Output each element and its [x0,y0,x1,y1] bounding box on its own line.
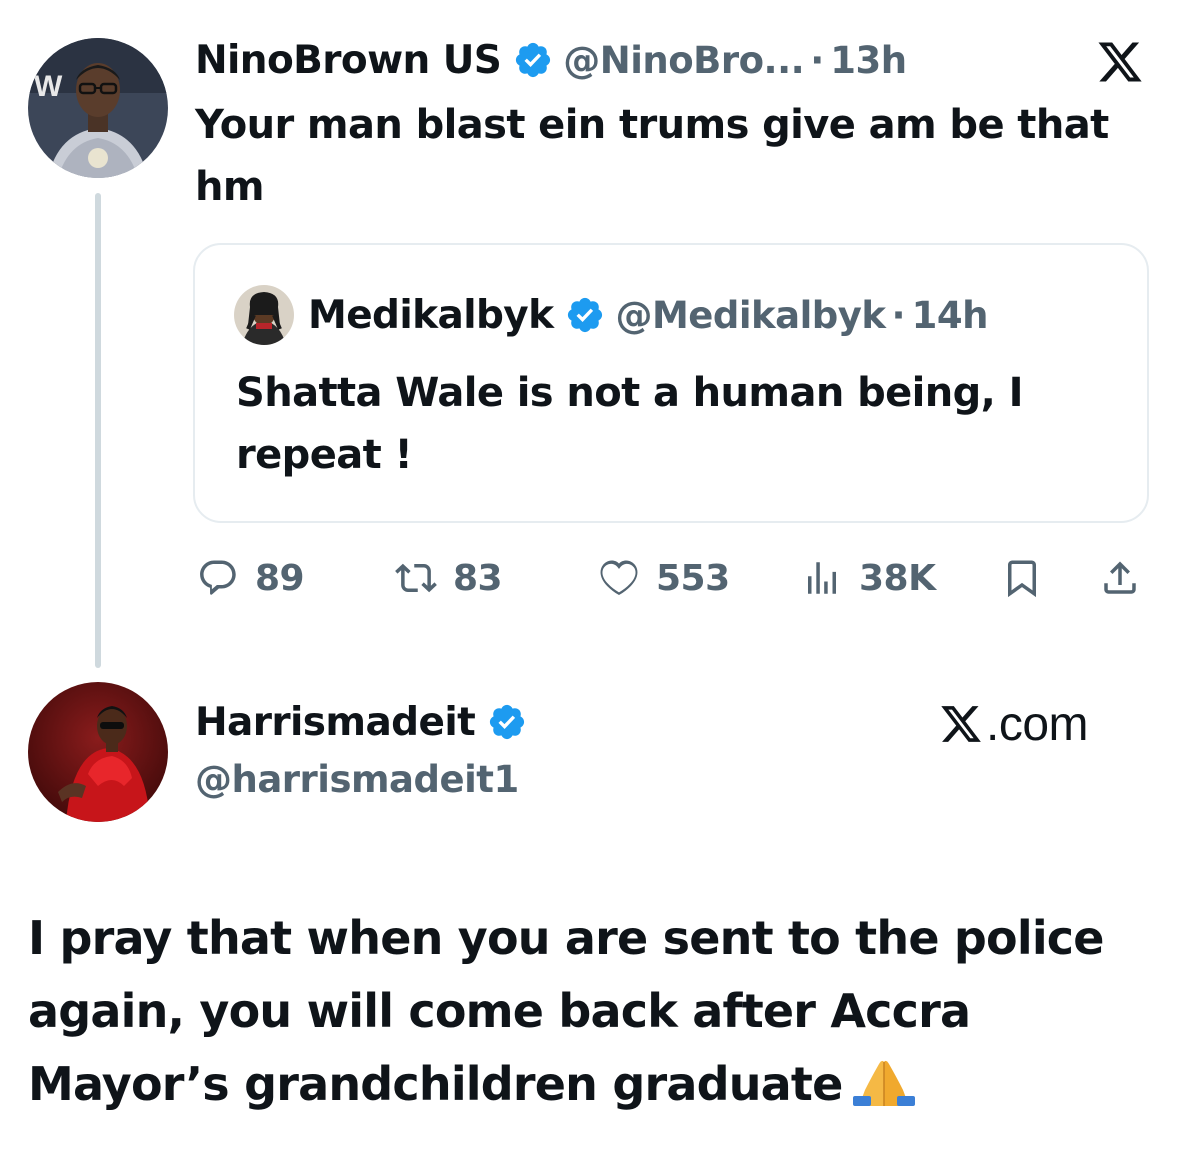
views-icon [808,562,836,594]
reply-button[interactable]: 89 [197,548,305,608]
verified-badge-icon [568,297,603,333]
x-logo-icon [1098,42,1142,82]
views-count: 38K [859,557,936,599]
like-button[interactable]: 553 [598,548,730,608]
author-handle[interactable]: @NinoBro... [563,39,804,82]
repost-button[interactable]: 83 [395,548,503,608]
author-name[interactable]: NinoBrown US [195,38,502,83]
x-com-text: .com [986,697,1089,751]
avatar-photo-medikal [234,285,294,345]
separator-dot: · [810,38,825,82]
tweet-timestamp[interactable]: 13h [830,39,907,82]
views-button[interactable]: 38K [801,548,936,608]
reply-header: Harrismadeit [195,694,537,750]
folded-hands-emoji [852,1060,915,1106]
reply-text-block: I pray that when you are sent to the pol… [28,902,1168,1121]
reply-icon [200,560,236,595]
tweet-action-bar: 89 83 553 38K [193,548,1153,608]
reply-author-handle[interactable]: @harrismadeit1 [195,758,519,801]
like-icon [600,560,638,596]
x-com-watermark: .com [938,692,1089,756]
quoted-tweet-text: Shatta Wale is not a human being, I repe… [236,370,1023,478]
quoted-tweet-timestamp[interactable]: 14h [912,294,989,337]
bookmark-icon [1008,560,1036,598]
x-logo-icon [941,706,981,742]
reply-author-name[interactable]: Harrismadeit [195,700,476,745]
repost-count: 83 [453,557,503,599]
avatar-photo-harris [28,682,168,822]
quoted-author-avatar[interactable] [234,285,294,345]
like-count: 553 [656,557,730,599]
verified-badge-icon [516,42,551,78]
bookmark-button[interactable] [1001,548,1043,608]
quoted-tweet-header: Medikalbyk @Medikalbyk · 14h [234,285,989,345]
reply-author-avatar[interactable] [28,682,168,822]
tweet-text: Your man blast ein trums give am be that… [195,102,1109,210]
tweet-header: NinoBrown US @NinoBro... · 13h [195,32,907,88]
reply-text: I pray that when you are sent to the pol… [28,911,1104,1111]
avatar-photo-nino: W [28,38,168,178]
thread-connector-line [95,193,101,668]
separator-dot: · [891,293,906,337]
verified-badge-icon [490,704,525,740]
reply-count: 89 [255,557,305,599]
author-avatar[interactable]: W [28,38,168,178]
quoted-author-handle[interactable]: @Medikalbyk [615,294,886,337]
share-icon [1104,561,1136,594]
repost-icon [395,563,437,593]
quoted-author-name[interactable]: Medikalbyk [308,293,554,338]
svg-text:W: W [34,70,63,103]
share-button[interactable] [1099,548,1141,608]
